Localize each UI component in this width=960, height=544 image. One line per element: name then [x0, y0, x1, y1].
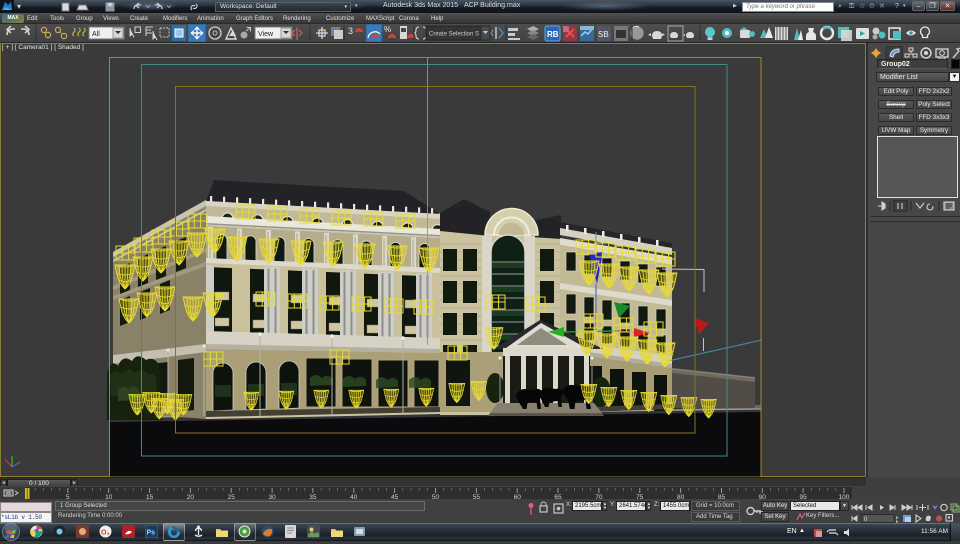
svg-text:View: View: [258, 31, 274, 38]
svg-text:All: All: [92, 31, 100, 38]
svg-text:RB: RB: [547, 30, 559, 39]
svg-text:3: 3: [348, 26, 353, 36]
svg-text:%: %: [384, 25, 391, 34]
svg-text:SB: SB: [598, 30, 609, 39]
svg-text:Create Selection S: Create Selection S: [429, 32, 479, 38]
